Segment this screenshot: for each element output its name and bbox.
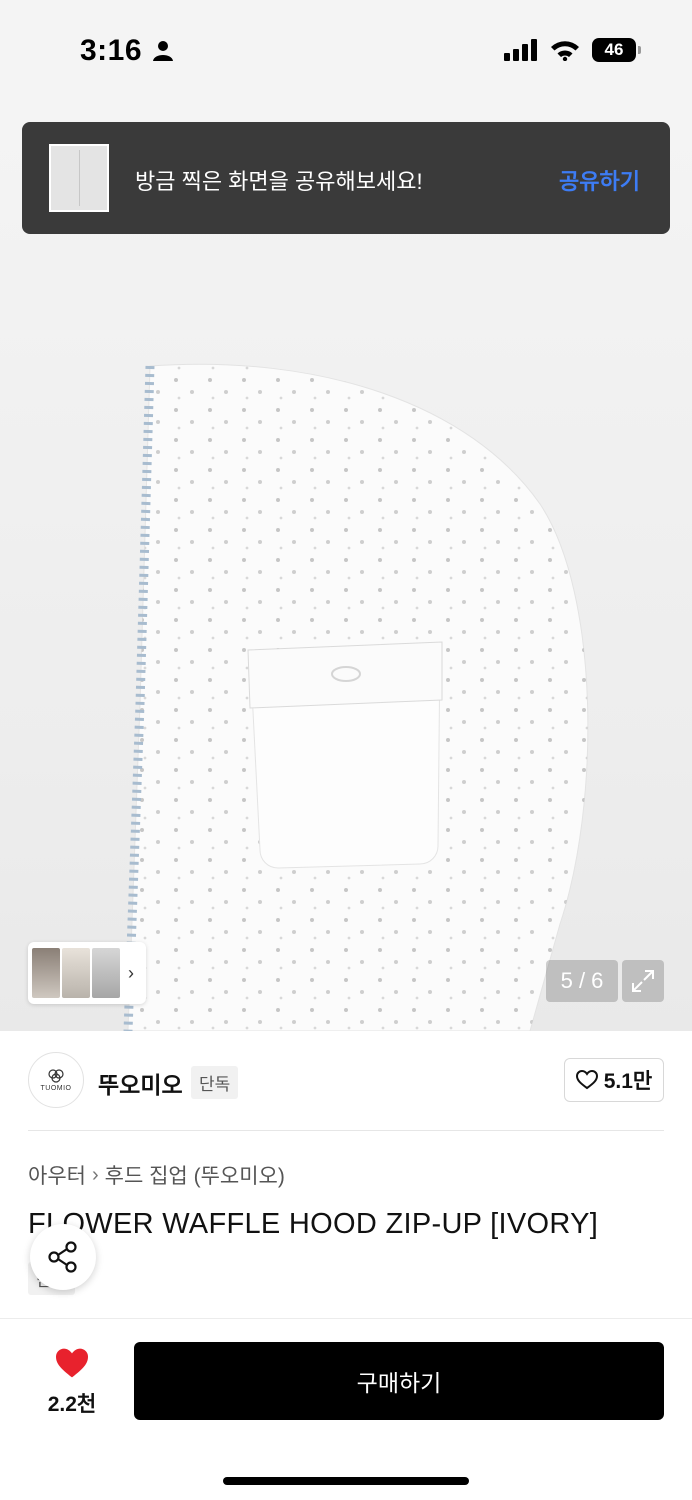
- breadcrumb-subcategory[interactable]: 후드 집업 (뚜오미오): [105, 1160, 285, 1190]
- flower-logo-icon: [48, 1068, 64, 1083]
- favorite-count: 2.2천: [47, 1393, 97, 1416]
- person-icon: [153, 41, 174, 61]
- brand-like-count: 5.1만: [603, 1070, 653, 1093]
- battery-indicator: 46: [592, 38, 641, 62]
- product-image: [123, 363, 589, 1031]
- thumbnail-1[interactable]: [32, 948, 60, 998]
- heart-filled-icon: [56, 1348, 88, 1378]
- home-indicator: [223, 1477, 469, 1485]
- screenshot-thumbnail[interactable]: [49, 144, 109, 212]
- heart-outline-icon: [575, 1070, 598, 1090]
- brand-logo[interactable]: TUOMIO: [28, 1052, 84, 1108]
- toast-share-button[interactable]: 공유하기: [559, 164, 640, 196]
- image-counter: 5 / 6: [546, 960, 618, 1002]
- share-icon: [48, 1241, 77, 1273]
- thumbnail-3[interactable]: [92, 948, 120, 998]
- wifi-icon: [551, 41, 579, 61]
- share-button[interactable]: [30, 1224, 96, 1290]
- buy-button[interactable]: 구매하기: [134, 1342, 664, 1420]
- bottom-action-bar: 2.2천 구매하기: [0, 1318, 692, 1500]
- product-image-gallery[interactable]: [0, 104, 692, 1031]
- gallery-thumbnail-strip[interactable]: ›: [28, 942, 146, 1004]
- screenshot-share-toast: 방금 찍은 화면을 공유해보세요! 공유하기: [22, 122, 670, 234]
- toast-message: 방금 찍은 화면을 공유해보세요!: [135, 169, 423, 194]
- expand-button[interactable]: [622, 960, 664, 1002]
- breadcrumb-category[interactable]: 아우터: [28, 1160, 86, 1190]
- expand-icon: [632, 970, 654, 992]
- thumbnail-2[interactable]: [62, 948, 90, 998]
- divider: [28, 1130, 664, 1131]
- battery-level: 46: [604, 40, 624, 59]
- exclusive-badge: 단독: [191, 1066, 239, 1099]
- brand-like-button[interactable]: 5.1만: [564, 1058, 664, 1102]
- status-indicators: 46: [504, 38, 641, 62]
- breadcrumb: 아우터 › 후드 집업 (뚜오미오): [28, 1160, 285, 1190]
- product-title: FLOWER WAFFLE HOOD ZIP-UP [IVORY]: [28, 1208, 599, 1240]
- brand-logo-text: TUOMIO: [40, 1084, 72, 1092]
- brand-name[interactable]: 뚜오미오: [98, 1066, 183, 1100]
- status-time: 3:16: [80, 34, 174, 68]
- brand-row: TUOMIO 뚜오미오 단독 5.1만: [28, 1052, 664, 1110]
- chevron-right-icon: ›: [128, 962, 134, 983]
- signal-icon: [504, 39, 537, 61]
- favorite-button[interactable]: 2.2천: [40, 1347, 104, 1418]
- status-time-text: 3:16: [80, 34, 143, 67]
- status-bar: 3:16 46: [0, 0, 692, 104]
- chevron-right-icon: ›: [91, 1163, 99, 1186]
- image-counter-text: 5 / 6: [560, 968, 604, 993]
